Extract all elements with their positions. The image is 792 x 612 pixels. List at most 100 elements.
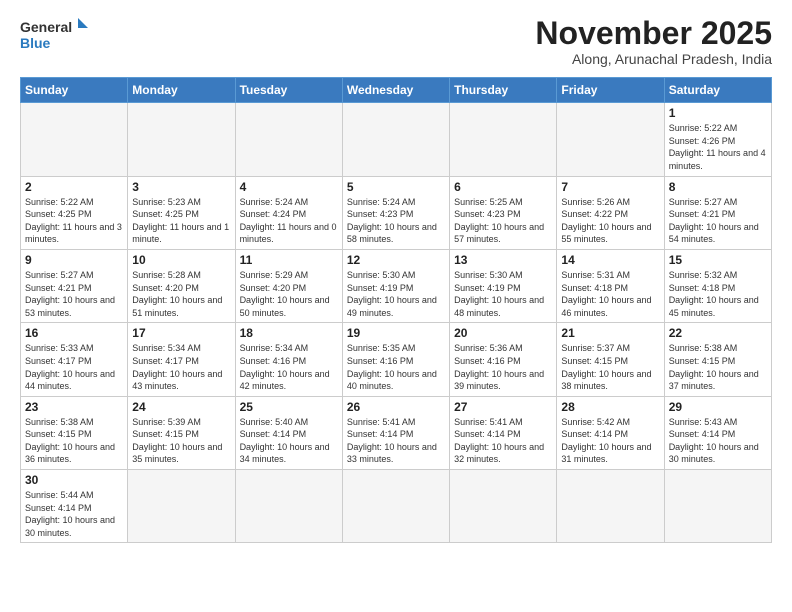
table-row: 30 Sunrise: 5:44 AM Sunset: 4:14 PM Dayli… [21,470,128,543]
day-info: Sunrise: 5:42 AM Sunset: 4:14 PM Dayligh… [561,416,659,466]
table-row: 12 Sunrise: 5:30 AM Sunset: 4:19 PM Dayli… [342,249,449,322]
day-info: Sunrise: 5:32 AM Sunset: 4:18 PM Dayligh… [669,269,767,319]
table-row: 16Sunrise: 5:33 AM Sunset: 4:17 PM Dayli… [21,323,128,396]
table-row: 8Sunrise: 5:27 AM Sunset: 4:21 PM Daylig… [664,176,771,249]
day-info: Sunrise: 5:27 AM Sunset: 4:21 PM Dayligh… [25,269,123,319]
table-row: 22 Sunrise: 5:38 AM Sunset: 4:15 PM Dayli… [664,323,771,396]
header-monday: Monday [128,78,235,103]
day-number: 4 [240,180,338,194]
day-number: 22 [669,326,767,340]
calendar-week-row: 23 Sunrise: 5:38 AM Sunset: 4:15 PM Dayli… [21,396,772,469]
day-info: Sunrise: 5:38 AM Sunset: 4:15 PM Dayligh… [669,342,767,392]
logo: General Blue [20,16,90,58]
table-row: 15 Sunrise: 5:32 AM Sunset: 4:18 PM Dayli… [664,249,771,322]
table-row: 9 Sunrise: 5:27 AM Sunset: 4:21 PM Daylig… [21,249,128,322]
day-info: Sunrise: 5:30 AM Sunset: 4:19 PM Dayligh… [347,269,445,319]
table-row [342,103,449,176]
day-info: Sunrise: 5:34 AM Sunset: 4:17 PM Dayligh… [132,342,230,392]
day-number: 12 [347,253,445,267]
day-info: Sunrise: 5:34 AM Sunset: 4:16 PM Dayligh… [240,342,338,392]
day-info: Sunrise: 5:43 AM Sunset: 4:14 PM Dayligh… [669,416,767,466]
calendar-week-row: 1 Sunrise: 5:22 AM Sunset: 4:26 PM Daylig… [21,103,772,176]
day-number: 18 [240,326,338,340]
day-number: 27 [454,400,552,414]
day-number: 5 [347,180,445,194]
day-number: 2 [25,180,123,194]
day-info: Sunrise: 5:35 AM Sunset: 4:16 PM Dayligh… [347,342,445,392]
day-number: 17 [132,326,230,340]
svg-text:Blue: Blue [20,35,51,51]
header-tuesday: Tuesday [235,78,342,103]
calendar-week-row: 16Sunrise: 5:33 AM Sunset: 4:17 PM Dayli… [21,323,772,396]
day-info: Sunrise: 5:33 AM Sunset: 4:17 PM Dayligh… [25,342,123,392]
table-row [557,470,664,543]
day-number: 9 [25,253,123,267]
table-row [128,470,235,543]
page-header: General Blue November 2025 Along, Arunac… [20,16,772,67]
table-row: 18 Sunrise: 5:34 AM Sunset: 4:16 PM Dayli… [235,323,342,396]
day-number: 7 [561,180,659,194]
table-row: 23 Sunrise: 5:38 AM Sunset: 4:15 PM Dayli… [21,396,128,469]
table-row: 25Sunrise: 5:40 AM Sunset: 4:14 PM Dayli… [235,396,342,469]
day-number: 15 [669,253,767,267]
day-number: 19 [347,326,445,340]
table-row [235,470,342,543]
table-row: 7 Sunrise: 5:26 AM Sunset: 4:22 PM Daylig… [557,176,664,249]
table-row [235,103,342,176]
header-wednesday: Wednesday [342,78,449,103]
svg-text:General: General [20,19,72,35]
day-info: Sunrise: 5:24 AM Sunset: 4:24 PM Dayligh… [240,196,338,246]
table-row: 3Sunrise: 5:23 AM Sunset: 4:25 PM Daylig… [128,176,235,249]
header-saturday: Saturday [664,78,771,103]
table-row: 21 Sunrise: 5:37 AM Sunset: 4:15 PM Dayli… [557,323,664,396]
table-row: 28 Sunrise: 5:42 AM Sunset: 4:14 PM Dayli… [557,396,664,469]
calendar-week-row: 30 Sunrise: 5:44 AM Sunset: 4:14 PM Dayli… [21,470,772,543]
day-number: 1 [669,106,767,120]
table-row [664,470,771,543]
day-number: 20 [454,326,552,340]
day-number: 8 [669,180,767,194]
day-number: 26 [347,400,445,414]
table-row [21,103,128,176]
day-info: Sunrise: 5:36 AM Sunset: 4:16 PM Dayligh… [454,342,552,392]
day-info: Sunrise: 5:22 AM Sunset: 4:26 PM Dayligh… [669,122,767,172]
table-row: 27 Sunrise: 5:41 AM Sunset: 4:14 PM Dayli… [450,396,557,469]
table-row: 19 Sunrise: 5:35 AM Sunset: 4:16 PM Dayli… [342,323,449,396]
day-number: 30 [25,473,123,487]
day-number: 28 [561,400,659,414]
day-info: Sunrise: 5:24 AM Sunset: 4:23 PM Dayligh… [347,196,445,246]
day-number: 3 [132,180,230,194]
day-info: Sunrise: 5:30 AM Sunset: 4:19 PM Dayligh… [454,269,552,319]
day-number: 10 [132,253,230,267]
calendar-table: Sunday Monday Tuesday Wednesday Thursday… [20,77,772,543]
table-row: 1 Sunrise: 5:22 AM Sunset: 4:26 PM Daylig… [664,103,771,176]
day-number: 23 [25,400,123,414]
day-info: Sunrise: 5:41 AM Sunset: 4:14 PM Dayligh… [454,416,552,466]
day-info: Sunrise: 5:26 AM Sunset: 4:22 PM Dayligh… [561,196,659,246]
day-info: Sunrise: 5:44 AM Sunset: 4:14 PM Dayligh… [25,489,123,539]
table-row [450,103,557,176]
day-number: 25 [240,400,338,414]
table-row: 24Sunrise: 5:39 AM Sunset: 4:15 PM Dayli… [128,396,235,469]
table-row: 4 Sunrise: 5:24 AM Sunset: 4:24 PM Daylig… [235,176,342,249]
table-row: 6Sunrise: 5:25 AM Sunset: 4:23 PM Daylig… [450,176,557,249]
table-row [128,103,235,176]
day-info: Sunrise: 5:37 AM Sunset: 4:15 PM Dayligh… [561,342,659,392]
day-info: Sunrise: 5:39 AM Sunset: 4:15 PM Dayligh… [132,416,230,466]
header-friday: Friday [557,78,664,103]
day-number: 11 [240,253,338,267]
calendar-subtitle: Along, Arunachal Pradesh, India [535,51,772,67]
header-sunday: Sunday [21,78,128,103]
day-info: Sunrise: 5:38 AM Sunset: 4:15 PM Dayligh… [25,416,123,466]
table-row: 14Sunrise: 5:31 AM Sunset: 4:18 PM Dayli… [557,249,664,322]
day-number: 21 [561,326,659,340]
weekday-header-row: Sunday Monday Tuesday Wednesday Thursday… [21,78,772,103]
day-info: Sunrise: 5:29 AM Sunset: 4:20 PM Dayligh… [240,269,338,319]
day-info: Sunrise: 5:25 AM Sunset: 4:23 PM Dayligh… [454,196,552,246]
header-thursday: Thursday [450,78,557,103]
table-row [342,470,449,543]
day-number: 29 [669,400,767,414]
day-info: Sunrise: 5:31 AM Sunset: 4:18 PM Dayligh… [561,269,659,319]
table-row: 20 Sunrise: 5:36 AM Sunset: 4:16 PM Dayli… [450,323,557,396]
calendar-week-row: 9 Sunrise: 5:27 AM Sunset: 4:21 PM Daylig… [21,249,772,322]
